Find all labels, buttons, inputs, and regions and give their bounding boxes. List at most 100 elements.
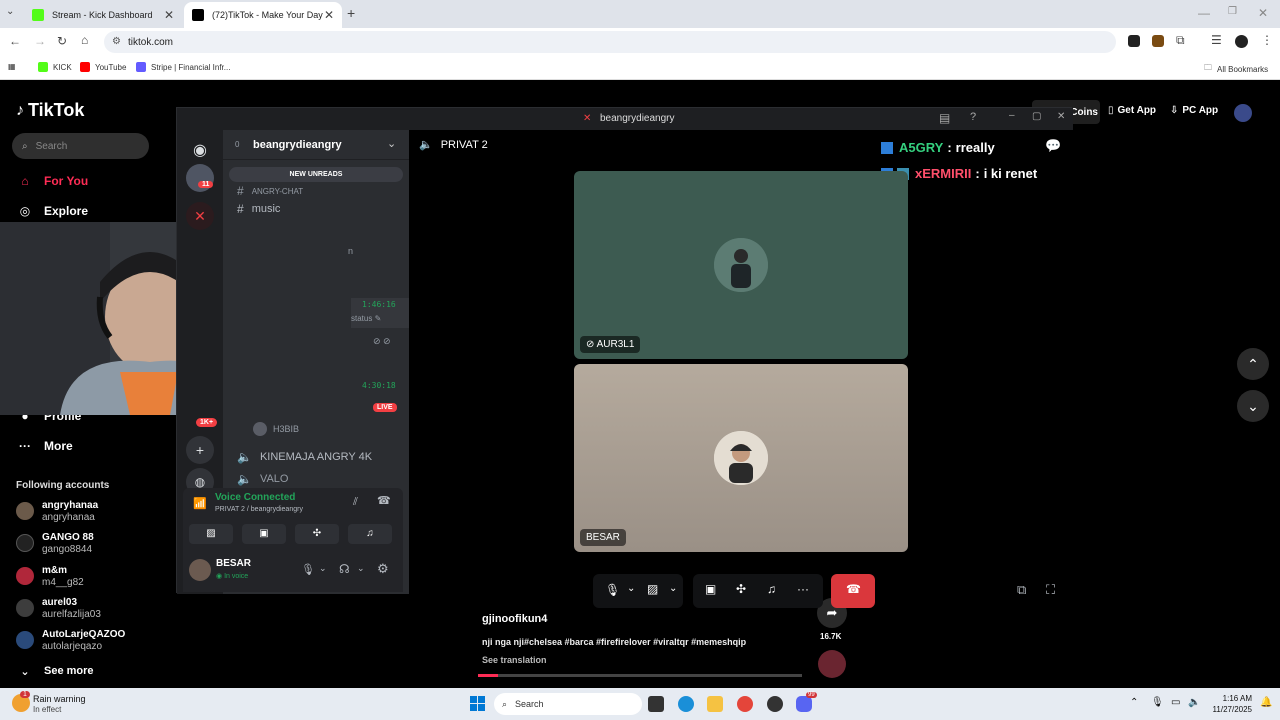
microphone-icon[interactable]: 🎙 bbox=[605, 583, 620, 597]
chevron-down-icon[interactable]: ⌄ bbox=[627, 583, 635, 594]
chevron-down-icon[interactable]: ⌄ bbox=[319, 563, 327, 574]
music-disc-icon[interactable] bbox=[818, 650, 846, 678]
windows-start-icon[interactable] bbox=[470, 696, 485, 711]
close-icon[interactable]: ✕ bbox=[1057, 111, 1065, 122]
tiktok-search-input[interactable]: ⌕ Search bbox=[12, 133, 149, 159]
new-tab-icon[interactable]: + bbox=[347, 5, 355, 21]
apps-grid-icon[interactable]: ▦ bbox=[8, 62, 16, 71]
voice-channel-label[interactable]: PRIVAT 2 / beangrydieangry bbox=[215, 506, 303, 513]
volume-icon[interactable]: 🔈 bbox=[1188, 697, 1200, 708]
following-account[interactable]: angryhanaa angryhanaa bbox=[16, 500, 98, 524]
pc-app-button[interactable]: ⇩ PC App bbox=[1170, 105, 1218, 116]
activities-button[interactable]: ✣ bbox=[295, 524, 339, 544]
soundboard-button[interactable]: ♫ bbox=[348, 524, 392, 544]
extensions-puzzle-icon[interactable]: ⧉ bbox=[1176, 33, 1185, 48]
screen-share-icon[interactable]: ▣ bbox=[705, 582, 716, 596]
obs-icon[interactable] bbox=[767, 696, 783, 712]
discord-home-icon[interactable]: ◉ bbox=[186, 136, 214, 164]
extension-icon[interactable] bbox=[1152, 35, 1164, 47]
tiktok-logo[interactable]: ♪ TikTok bbox=[16, 100, 84, 121]
get-app-button[interactable]: ▯ Get App bbox=[1108, 105, 1156, 116]
channel-angry-chat[interactable]: # ANGRY-CHAT bbox=[237, 184, 303, 198]
address-bar[interactable]: ⚙ tiktok.com bbox=[104, 31, 1116, 53]
microphone-icon[interactable]: 🎙 bbox=[301, 563, 315, 576]
inbox-icon[interactable]: ▤ bbox=[939, 111, 950, 125]
soundboard-icon[interactable]: ♫ bbox=[767, 582, 776, 596]
help-icon[interactable]: ? bbox=[970, 111, 976, 123]
minimize-icon[interactable]: — bbox=[1198, 6, 1210, 20]
chrome-icon[interactable] bbox=[737, 696, 753, 712]
home-icon[interactable]: ⌂ bbox=[81, 33, 88, 47]
reload-icon[interactable]: ↻ bbox=[57, 34, 67, 48]
discord-taskbar-icon[interactable] bbox=[796, 696, 812, 712]
next-video-button[interactable]: ⌄ bbox=[1237, 390, 1269, 422]
headphones-icon[interactable]: ☊ bbox=[339, 562, 350, 576]
see-more-button[interactable]: ⌄ See more bbox=[16, 662, 93, 680]
tab-tiktok[interactable]: (72)TikTok - Make Your Day ✕ bbox=[184, 2, 342, 28]
participant-tile[interactable]: BESAR bbox=[574, 364, 908, 552]
back-icon[interactable]: ← bbox=[9, 34, 21, 48]
forward-icon[interactable]: → bbox=[34, 34, 46, 48]
server-header[interactable]: 0 beangrydieangry ⌄ bbox=[223, 130, 409, 160]
minimize-icon[interactable]: – bbox=[1009, 110, 1015, 121]
camera-off-button[interactable]: ▨ bbox=[189, 524, 233, 544]
following-account[interactable]: GANGO 88 gango8844 bbox=[16, 532, 94, 556]
settings-gear-icon[interactable]: ⚙ bbox=[377, 561, 389, 577]
microphone-tray-icon[interactable]: 🎙 bbox=[1151, 697, 1164, 708]
pop-out-icon[interactable]: ⧉ bbox=[1017, 582, 1026, 598]
menu-icon[interactable]: ⋮ bbox=[1261, 33, 1273, 47]
following-account[interactable]: aurel03 aurelfazlija03 bbox=[16, 597, 101, 621]
tab-kick[interactable]: Stream - Kick Dashboard ✕ bbox=[24, 2, 182, 28]
add-server-icon[interactable]: + bbox=[186, 436, 214, 464]
avatar[interactable] bbox=[1234, 104, 1252, 122]
see-translation-link[interactable]: See translation bbox=[482, 655, 547, 665]
file-explorer-icon[interactable] bbox=[707, 696, 723, 712]
previous-video-button[interactable]: ⌃ bbox=[1237, 348, 1269, 380]
more-options-icon[interactable]: ··· bbox=[797, 582, 809, 596]
video-progress-bar[interactable] bbox=[478, 674, 802, 677]
fullscreen-icon[interactable]: ⛶ bbox=[1046, 582, 1055, 598]
chat-bubble-icon[interactable]: 💬 bbox=[1045, 138, 1061, 154]
close-tab-icon[interactable]: ✕ bbox=[164, 8, 174, 22]
close-tab-icon[interactable]: ✕ bbox=[324, 8, 334, 22]
nav-explore[interactable]: ◎ Explore bbox=[16, 202, 88, 220]
site-info-icon[interactable]: ⚙ bbox=[112, 36, 121, 47]
channel-kinemaja[interactable]: 🔈 KINEMAJA ANGRY 4K bbox=[237, 450, 372, 464]
restore-icon[interactable]: ❐ bbox=[1228, 6, 1237, 17]
voice-user-h3bib[interactable]: H3BIB bbox=[253, 422, 299, 436]
camera-off-icon[interactable]: ▨ bbox=[647, 582, 658, 596]
notifications-bell-icon[interactable]: 🔔 bbox=[1260, 697, 1272, 708]
video-author[interactable]: gjinoofikun4 bbox=[482, 613, 547, 625]
maximize-icon[interactable]: ▢ bbox=[1032, 111, 1041, 122]
leave-call-button[interactable]: ☎ bbox=[831, 574, 875, 608]
edge-icon[interactable] bbox=[678, 696, 694, 712]
window-close-icon[interactable]: ✕ bbox=[1258, 6, 1268, 20]
all-bookmarks[interactable]: 🗀 All Bookmarks bbox=[1204, 62, 1268, 76]
chevron-up-icon[interactable]: ⌃ bbox=[1130, 697, 1138, 708]
bookmark-youtube[interactable]: YouTube bbox=[80, 62, 126, 72]
task-view-icon[interactable] bbox=[648, 696, 664, 712]
noise-suppression-icon[interactable]: ⫽ bbox=[353, 496, 358, 509]
taskbar-search-box[interactable]: ⌕ Search bbox=[494, 693, 642, 715]
voice-connected-label[interactable]: Voice Connected bbox=[215, 492, 295, 503]
chevron-down-icon[interactable]: ⌄ bbox=[357, 563, 365, 574]
extension-icon[interactable] bbox=[1128, 35, 1140, 47]
avatar[interactable] bbox=[189, 559, 211, 581]
following-account[interactable]: AutoLarjeQAZOO autolarjeqazo bbox=[16, 629, 125, 653]
weather-title[interactable]: Rain warning bbox=[33, 694, 86, 704]
new-unreads-pill[interactable]: NEW UNREADS bbox=[229, 167, 403, 182]
reading-list-icon[interactable]: ☰ bbox=[1211, 33, 1222, 47]
clock[interactable]: 1:16 AM 11/27/2025 bbox=[1206, 693, 1252, 715]
following-account[interactable]: m&m m4__g82 bbox=[16, 565, 84, 589]
bookmark-stripe[interactable]: Stripe | Financial Infr... bbox=[136, 62, 230, 72]
disconnect-icon[interactable]: ☎ bbox=[377, 494, 391, 507]
tab-search-icon[interactable]: ⌄ bbox=[6, 6, 14, 17]
screen-share-button[interactable]: ▣ bbox=[242, 524, 286, 544]
activities-icon[interactable]: ✣ bbox=[736, 582, 746, 596]
nav-more[interactable]: ··· More bbox=[16, 437, 73, 455]
participant-tile[interactable]: ⊘ AUR3L1 bbox=[574, 171, 908, 359]
channel-valo[interactable]: 🔈 VALO bbox=[237, 472, 288, 486]
angry-server-icon[interactable]: ✕ bbox=[186, 202, 214, 230]
bookmark-kick[interactable]: KICK bbox=[38, 62, 72, 72]
network-icon[interactable]: ▭ bbox=[1171, 697, 1180, 708]
